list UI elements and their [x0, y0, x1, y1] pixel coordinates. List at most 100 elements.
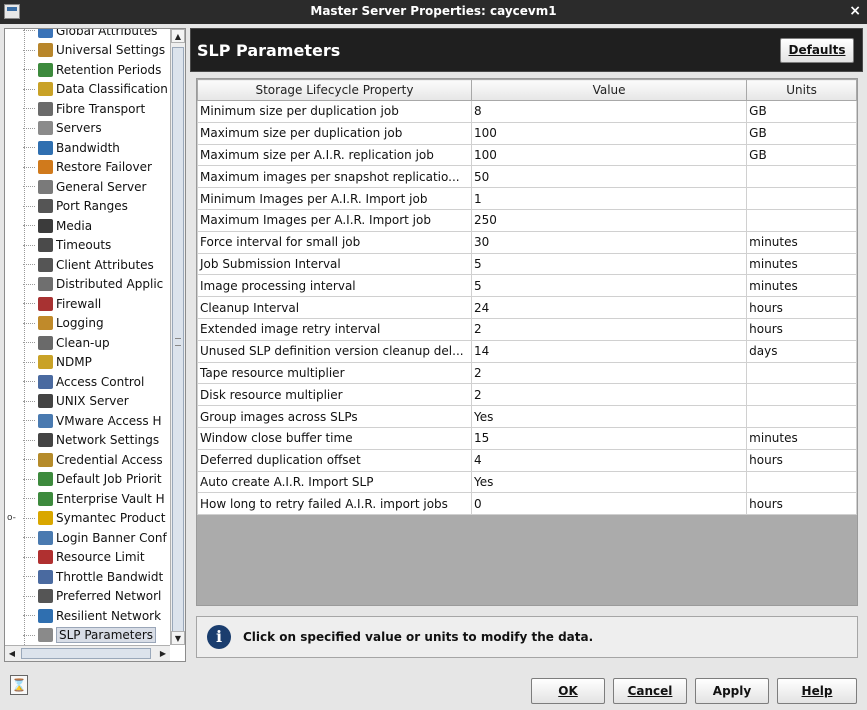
cell-property: Window close buffer time — [197, 426, 472, 450]
cell-value[interactable]: 14 — [470, 339, 748, 363]
sidebar-item-universal-settings[interactable]: Universal Settings — [23, 41, 170, 60]
cell-units[interactable] — [746, 470, 857, 494]
sidebar-item-slp-parameters[interactable]: SLP Parameters — [23, 626, 170, 645]
sidebar-item-default-job-priorit[interactable]: Default Job Priorit — [23, 470, 170, 489]
cell-value[interactable]: 5 — [470, 252, 748, 276]
tree-horizontal-scrollbar[interactable]: ◀ ▶ — [5, 645, 170, 661]
scroll-down-arrow-icon[interactable]: ▼ — [171, 631, 185, 645]
cell-units[interactable]: days — [746, 339, 857, 363]
sidebar-item-servers[interactable]: Servers — [23, 119, 170, 138]
sidebar-item-timeouts[interactable]: Timeouts — [23, 236, 170, 255]
apply-button[interactable]: Apply — [695, 678, 769, 704]
dialog-footer: ⌛ OK Cancel Apply Help — [0, 670, 867, 710]
cell-property: Unused SLP definition version cleanup de… — [197, 339, 472, 363]
sidebar-item-resilient-network[interactable]: Resilient Network — [23, 606, 170, 625]
cell-property: Maximum size per duplication job — [197, 121, 472, 145]
cell-value[interactable]: 50 — [470, 165, 748, 189]
cell-value[interactable]: 4 — [470, 448, 748, 472]
sidebar-item-symantec-product[interactable]: Symantec Product — [23, 509, 170, 528]
cell-value[interactable]: 5 — [470, 274, 748, 298]
table-header-row: Storage Lifecycle Property Value Units — [197, 79, 857, 101]
tree-branch-line — [23, 576, 35, 577]
sidebar-item-unix-server[interactable]: UNIX Server — [23, 392, 170, 411]
column-header-property[interactable]: Storage Lifecycle Property — [197, 79, 472, 101]
close-icon[interactable]: × — [849, 3, 861, 19]
sidebar-item-distributed-applic[interactable]: Distributed Applic — [23, 275, 170, 294]
table-row: Deferred duplication offset 4 hours — [197, 448, 857, 472]
cell-value[interactable]: 250 — [470, 208, 748, 232]
sidebar-item-access-control[interactable]: Access Control — [23, 372, 170, 391]
cell-units[interactable] — [746, 361, 857, 385]
sidebar-item-restore-failover[interactable]: Restore Failover — [23, 158, 170, 177]
cell-value[interactable]: 15 — [470, 426, 748, 450]
cell-units[interactable]: minutes — [746, 252, 857, 276]
cell-units[interactable]: GB — [746, 143, 857, 167]
sidebar-item-login-banner-conf[interactable]: Login Banner Conf — [23, 528, 170, 547]
resource-icon — [38, 550, 53, 564]
sidebar-item-bandwidth[interactable]: Bandwidth — [23, 138, 170, 157]
sidebar-item-logging[interactable]: Logging — [23, 314, 170, 333]
cell-value[interactable]: Yes — [470, 470, 748, 494]
tree-hscroll-thumb[interactable] — [21, 648, 151, 659]
defaults-button[interactable]: Defaults — [780, 38, 854, 63]
cell-units[interactable]: minutes — [746, 426, 857, 450]
help-button[interactable]: Help — [777, 678, 857, 704]
cell-value[interactable]: 100 — [470, 143, 748, 167]
cell-value[interactable]: 100 — [470, 121, 748, 145]
cell-value[interactable]: 2 — [470, 361, 748, 385]
sidebar-item-general-server[interactable]: General Server — [23, 177, 170, 196]
cell-value[interactable]: 2 — [470, 317, 748, 341]
cell-value[interactable]: 0 — [470, 492, 748, 516]
scroll-right-arrow-icon[interactable]: ▶ — [156, 646, 170, 661]
cell-value[interactable]: 1 — [470, 187, 748, 210]
scroll-up-arrow-icon[interactable]: ▲ — [171, 29, 185, 43]
tree-vertical-scrollbar[interactable]: ▲ ▼ — [170, 29, 185, 645]
cell-units[interactable]: GB — [746, 100, 857, 123]
cancel-button[interactable]: Cancel — [613, 678, 687, 704]
cell-units[interactable] — [746, 383, 857, 407]
cell-value[interactable]: 24 — [470, 296, 748, 319]
sidebar-item-client-attributes[interactable]: Client Attributes — [23, 255, 170, 274]
sidebar-item-label: SLP Parameters — [56, 627, 157, 643]
cell-units[interactable] — [746, 165, 857, 189]
sidebar-item-data-classification[interactable]: Data Classification — [23, 80, 170, 99]
sidebar-item-global-attributes[interactable]: Global Attributes — [23, 29, 170, 40]
cell-units[interactable]: minutes — [746, 274, 857, 298]
cell-units[interactable]: hours — [746, 296, 857, 319]
panel-header: SLP Parameters Defaults — [190, 28, 863, 72]
credential-icon — [38, 452, 53, 467]
cell-units[interactable] — [746, 187, 857, 210]
sidebar-item-credential-access[interactable]: Credential Access — [23, 450, 170, 469]
cell-value[interactable]: 8 — [470, 100, 748, 123]
sidebar-item-media[interactable]: Media — [23, 216, 170, 235]
scroll-left-arrow-icon[interactable]: ◀ — [5, 646, 19, 661]
sidebar-item-preferred-networl[interactable]: Preferred Networl — [23, 587, 170, 606]
cell-units[interactable]: GB — [746, 121, 857, 145]
sidebar-item-fibre-transport[interactable]: Fibre Transport — [23, 99, 170, 118]
cell-units[interactable] — [746, 208, 857, 232]
column-header-units[interactable]: Units — [746, 79, 857, 101]
cell-value[interactable]: 30 — [470, 230, 748, 254]
column-header-value[interactable]: Value — [470, 79, 748, 101]
sidebar-item-vmware-access-h[interactable]: VMware Access H — [23, 411, 170, 430]
cell-value[interactable]: Yes — [470, 405, 748, 428]
expand-toggle-icon[interactable]: o- — [7, 509, 17, 528]
sidebar-item-retention-periods[interactable]: Retention Periods — [23, 60, 170, 79]
ok-button[interactable]: OK — [531, 678, 605, 704]
tree-scroll-thumb[interactable] — [172, 47, 184, 643]
cell-units[interactable]: hours — [746, 448, 857, 472]
cell-units[interactable] — [746, 405, 857, 428]
cell-value[interactable]: 2 — [470, 383, 748, 407]
sidebar-item-resource-limit[interactable]: Resource Limit — [23, 548, 170, 567]
sidebar-item-ndmp[interactable]: NDMP — [23, 353, 170, 372]
cell-units[interactable]: hours — [746, 317, 857, 341]
sidebar-item-clean-up[interactable]: Clean-up — [23, 333, 170, 352]
sidebar-item-throttle-bandwidt[interactable]: Throttle Bandwidt — [23, 567, 170, 586]
sidebar-item-network-settings[interactable]: Network Settings — [23, 431, 170, 450]
sidebar-item-port-ranges[interactable]: Port Ranges — [23, 197, 170, 216]
cell-units[interactable]: hours — [746, 492, 857, 516]
sidebar-item-enterprise-vault-h[interactable]: Enterprise Vault H — [23, 489, 170, 508]
slp-icon — [38, 628, 53, 642]
sidebar-item-firewall[interactable]: Firewall — [23, 294, 170, 313]
cell-units[interactable]: minutes — [746, 230, 857, 254]
